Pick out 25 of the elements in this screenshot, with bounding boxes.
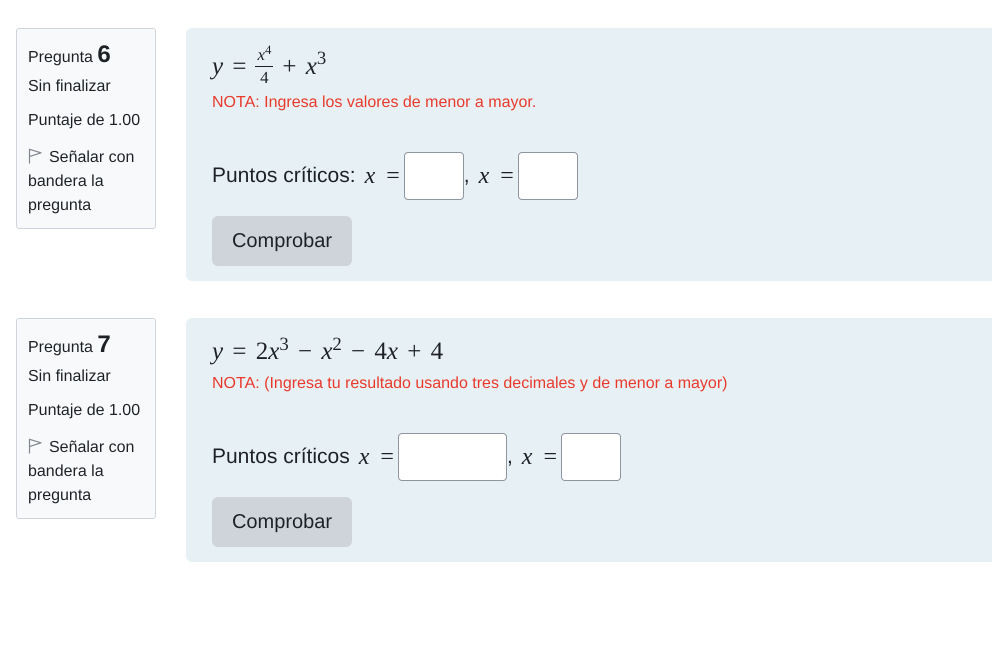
answer-label: , xyxy=(506,444,513,470)
question-title: Pregunta 7 xyxy=(28,330,112,360)
math-formula: y = 2x$^{3}$ − x$^{2}$ − 4x + 4 xyxy=(212,334,444,367)
note-text: NOTA: (Ingresa tu resultado usando tres decimales y de menor a mayor) xyxy=(212,375,728,393)
math-expression: x = xyxy=(522,443,557,471)
question-grade: Puntaje de 1.00 xyxy=(28,401,142,421)
answer-label: Puntos críticos: xyxy=(212,163,356,189)
math-expression: x = xyxy=(364,162,400,190)
note-text: NOTA: Ingresa los valores de menor a mayor. xyxy=(212,94,536,112)
check-button[interactable]: Comprobar xyxy=(212,497,352,547)
math-expression: x = xyxy=(358,443,394,471)
answer-field[interactable] xyxy=(404,152,464,200)
question-status: Sin finalizar xyxy=(28,367,112,387)
flag-question-link[interactable]: Señalar con bandera la pregunta xyxy=(28,436,149,508)
answer-field[interactable] xyxy=(518,152,578,200)
answer-field[interactable] xyxy=(398,433,507,481)
question-status: Sin finalizar xyxy=(28,77,112,97)
question-grade: Puntaje de 1.00 xyxy=(28,111,142,131)
check-button[interactable]: Comprobar xyxy=(212,216,352,266)
answer-field[interactable] xyxy=(560,433,621,481)
math-expression: x = xyxy=(478,162,514,190)
answer-label: , xyxy=(464,163,470,189)
answer-label: Puntos críticos xyxy=(212,444,350,470)
flag-question-link[interactable]: Señalar con bandera la pregunta xyxy=(28,146,149,218)
question-title: Pregunta 6 xyxy=(28,40,112,70)
